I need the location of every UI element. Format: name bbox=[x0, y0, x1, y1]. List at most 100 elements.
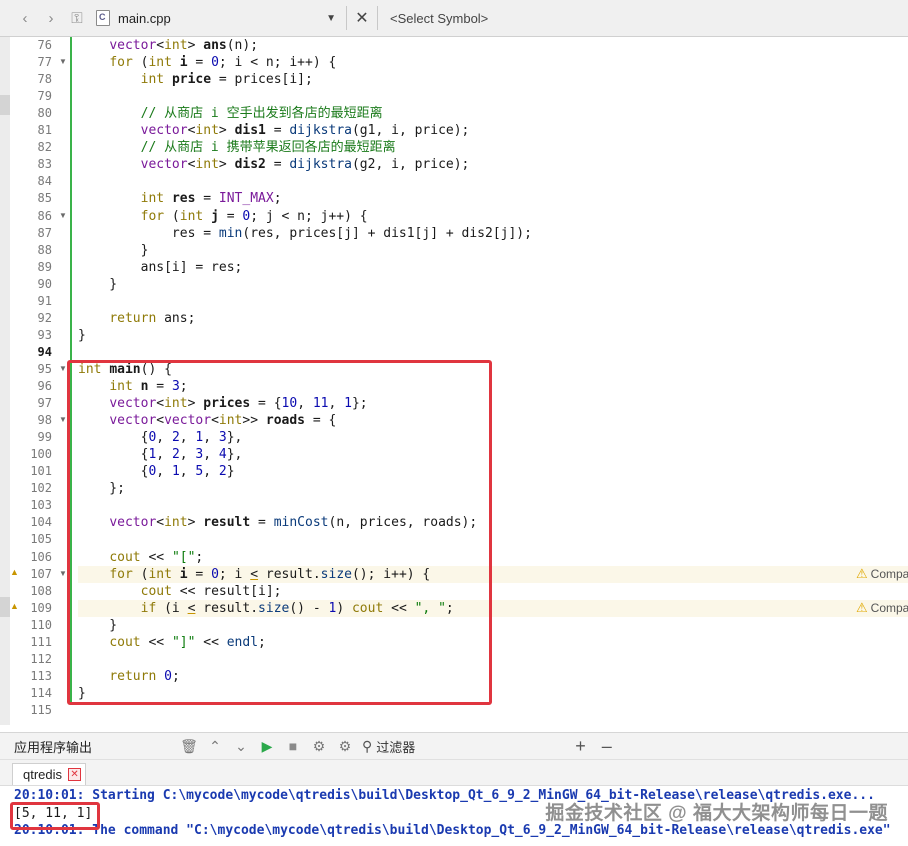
warning-label: Compa bbox=[870, 600, 908, 615]
code-text: vector<int> ans(n); bbox=[109, 38, 259, 53]
inline-warning[interactable]: ⚠ Compa bbox=[856, 566, 908, 582]
symbol-selector[interactable]: <Select Symbol> bbox=[382, 5, 488, 31]
line-number: 95 bbox=[37, 361, 52, 376]
output-tab-bar: qtredis ✕ bbox=[0, 760, 908, 786]
settings-gear-icon[interactable]: ⚙ bbox=[332, 735, 358, 757]
line-number: 82 bbox=[37, 140, 52, 155]
cpp-file-icon bbox=[96, 10, 110, 26]
output-line: 20:10:01: The command "C:\mycode\mycode\… bbox=[14, 823, 891, 838]
output-console[interactable]: 20:10:01: Starting C:\mycode\mycode\qtre… bbox=[0, 786, 908, 846]
line-number: 110 bbox=[30, 617, 52, 632]
code-line[interactable]: 90 } bbox=[0, 276, 908, 293]
close-icon[interactable]: ✕ bbox=[68, 768, 82, 781]
line-number: 88 bbox=[37, 242, 52, 257]
code-text: // 从商店 i 空手出发到各店的最短距离 bbox=[140, 106, 383, 122]
filter-input[interactable]: ⚲ 过滤器 bbox=[362, 737, 415, 756]
line-number: 104 bbox=[30, 515, 52, 530]
fold-marker-icon[interactable]: ▼ bbox=[59, 364, 67, 373]
line-number: 91 bbox=[37, 293, 52, 308]
trash-icon[interactable]: 🗑 bbox=[176, 735, 202, 757]
forward-icon[interactable]: › bbox=[38, 5, 64, 31]
code-text: for (int i = 0; i < n; i++) { bbox=[109, 55, 337, 71]
close-document-button[interactable]: ✕ bbox=[351, 7, 373, 29]
code-line[interactable]: 83 vector<int> dis2 = dijkstra(g2, i, pr… bbox=[0, 156, 908, 173]
code-line[interactable]: 87 res = min(res, prices[j] + dis1[j] + … bbox=[0, 225, 908, 242]
code-text: int res = INT_MAX; bbox=[140, 191, 282, 207]
code-text: } bbox=[78, 242, 149, 258]
code-text: } bbox=[78, 327, 86, 343]
tab-qtredis[interactable]: qtredis ✕ bbox=[12, 763, 87, 785]
code-line[interactable]: 94 bbox=[0, 344, 908, 361]
code-editor[interactable]: 76 vector<int> ans(n); 77 ▼ for (int i = 0… bbox=[0, 37, 908, 725]
line-number: 109 bbox=[30, 600, 52, 615]
main-function-highlight-box bbox=[67, 360, 492, 705]
fold-marker-icon[interactable]: ▼ bbox=[59, 415, 67, 424]
code-line[interactable]: 89 ans[i] = res; bbox=[0, 259, 908, 276]
line-number: 80 bbox=[37, 106, 52, 121]
run-icon[interactable]: ▶ bbox=[254, 735, 280, 757]
line-number: 115 bbox=[30, 702, 52, 717]
stop-icon[interactable]: ■ bbox=[280, 735, 306, 757]
code-line[interactable]: 81 vector<int> dis1 = dijkstra(g1, i, pr… bbox=[0, 122, 908, 139]
code-line[interactable]: 82 // 从商店 i 携带苹果返回各店的最短距离 bbox=[0, 139, 908, 156]
code-line[interactable]: 88 } bbox=[0, 242, 908, 259]
warning-icon: ⚠ bbox=[856, 599, 868, 615]
line-number: 78 bbox=[37, 72, 52, 87]
line-number: 114 bbox=[30, 685, 52, 700]
code-line[interactable]: 92 return ans; bbox=[0, 310, 908, 327]
attach-debugger-icon[interactable]: ⚙ bbox=[306, 735, 332, 757]
code-line[interactable]: 93} bbox=[0, 327, 908, 344]
code-text: return ans; bbox=[109, 310, 196, 326]
search-icon: ⚲ bbox=[362, 737, 373, 754]
line-number: 99 bbox=[37, 430, 52, 445]
line-number: 92 bbox=[37, 310, 52, 325]
line-number: 76 bbox=[37, 38, 52, 52]
chevron-up-icon[interactable]: ⌃ bbox=[202, 735, 228, 757]
chevron-down-icon: ▼ bbox=[326, 12, 336, 24]
line-number: 98 bbox=[37, 413, 52, 428]
code-text: res = min(res, prices[j] + dis1[j] + dis… bbox=[78, 225, 532, 241]
line-number: 111 bbox=[30, 634, 52, 649]
code-line[interactable]: 80 // 从商店 i 空手出发到各店的最短距离 bbox=[0, 105, 908, 122]
chevron-down-icon[interactable]: ⌄ bbox=[228, 735, 254, 757]
line-number: 89 bbox=[37, 259, 52, 274]
line-number: 87 bbox=[37, 225, 52, 240]
code-line[interactable]: 86 ▼ for (int j = 0; j < n; j++) { bbox=[0, 208, 908, 225]
code-text: vector<int> dis2 = dijkstra(g2, i, price… bbox=[140, 157, 470, 173]
line-number: 94 bbox=[37, 344, 52, 359]
line-number: 85 bbox=[37, 191, 52, 206]
line-number: 106 bbox=[30, 549, 52, 564]
back-icon[interactable]: ‹ bbox=[12, 5, 38, 31]
line-number: 84 bbox=[37, 174, 52, 189]
line-number: 107 bbox=[30, 566, 52, 581]
code-line[interactable]: 77 ▼ for (int i = 0; i < n; i++) { bbox=[0, 54, 908, 71]
zoom-out-icon[interactable]: – bbox=[602, 736, 612, 757]
code-line[interactable]: 85 int res = INT_MAX; bbox=[0, 190, 908, 207]
file-name: main.cpp bbox=[118, 10, 171, 26]
code-line[interactable]: 91 bbox=[0, 293, 908, 310]
line-number: 108 bbox=[30, 583, 52, 598]
line-number: 113 bbox=[30, 668, 52, 683]
line-number: 103 bbox=[30, 498, 52, 513]
line-number: 100 bbox=[30, 447, 52, 462]
inline-warning[interactable]: ⚠ Compa bbox=[856, 600, 908, 616]
file-selector[interactable]: main.cpp ▼ bbox=[96, 5, 336, 31]
lock-icon[interactable]: ⚿ bbox=[64, 5, 90, 31]
line-number: 77 bbox=[37, 55, 52, 70]
code-text: } bbox=[78, 276, 118, 292]
code-text: int price = prices[i]; bbox=[140, 72, 313, 88]
line-number: 79 bbox=[37, 89, 52, 104]
line-number: 112 bbox=[30, 651, 52, 666]
code-line[interactable]: 84 bbox=[0, 173, 908, 190]
fold-marker-icon[interactable]: ▼ bbox=[59, 569, 67, 578]
code-line[interactable]: 78 int price = prices[i]; bbox=[0, 71, 908, 88]
line-number: 101 bbox=[30, 464, 52, 479]
zoom-in-icon[interactable]: + bbox=[575, 736, 586, 757]
code-line[interactable]: 79 bbox=[0, 88, 908, 105]
code-line[interactable]: 76 vector<int> ans(n); bbox=[0, 37, 908, 54]
toolbar-divider bbox=[346, 6, 347, 30]
filter-label: 过滤器 bbox=[376, 739, 416, 755]
code-text: // 从商店 i 携带苹果返回各店的最短距离 bbox=[140, 140, 396, 156]
fold-marker-icon[interactable]: ▼ bbox=[59, 211, 67, 220]
fold-marker-icon[interactable]: ▼ bbox=[59, 57, 67, 66]
